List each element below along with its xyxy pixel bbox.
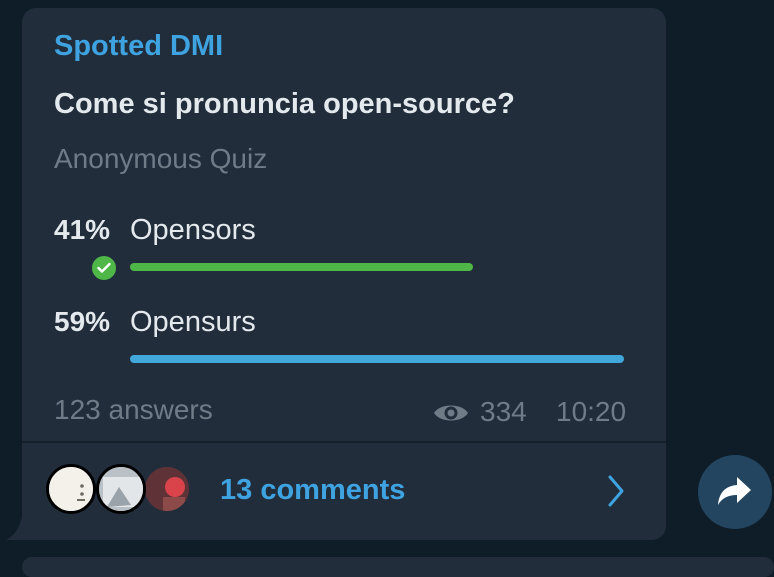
avatar [46,464,96,514]
chevron-right-icon[interactable] [606,474,626,508]
eye-icon [434,405,468,421]
share-arrow-icon [718,477,751,505]
avatar [96,464,146,514]
comments-label[interactable]: 13 comments [220,474,405,507]
check-icon [90,254,118,282]
avatar [142,464,192,514]
quiz-type-label: Anonymous Quiz [54,143,268,174]
option-percent: 41% [54,214,111,245]
option-result-bar [130,355,624,363]
option-percent: 59% [54,306,111,337]
share-button[interactable] [698,455,772,529]
option-label: Opensurs [130,306,256,338]
answers-count[interactable]: 123 answers [54,394,213,426]
channel-name[interactable]: Spotted DMI [54,30,223,63]
quiz-question: Come si pronuncia open-source? [54,88,515,120]
option-result-bar [130,263,473,271]
views-count: 334 [480,396,527,427]
message-time: 10:20 [556,396,627,427]
option-label: Opensors [130,214,256,246]
next-message-bubble [22,557,774,577]
